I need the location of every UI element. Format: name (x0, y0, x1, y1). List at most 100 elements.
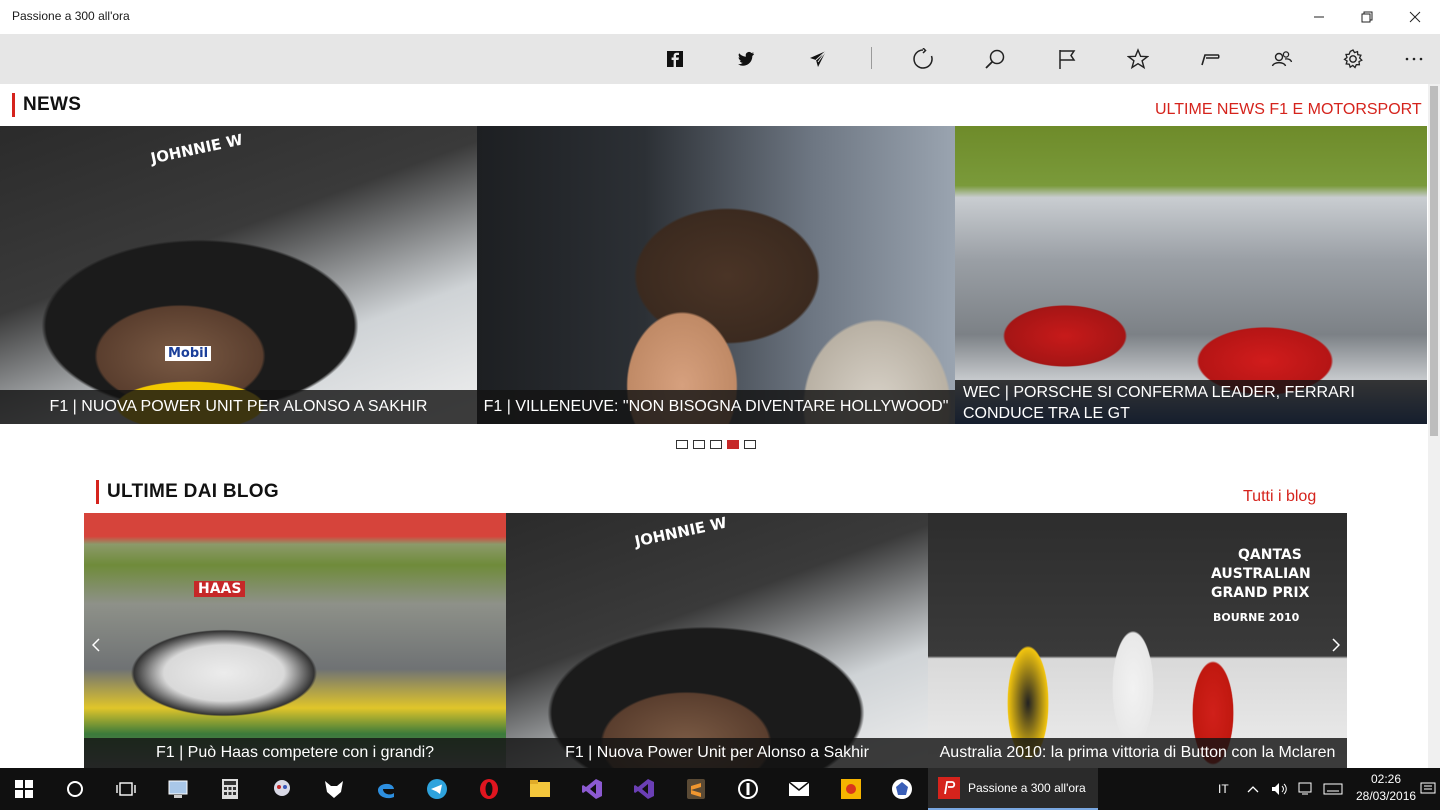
image-car-text: HAAS (194, 581, 246, 597)
restore-button[interactable] (1344, 0, 1390, 34)
image-sign-text: BOURNE 2010 (1213, 611, 1300, 624)
taskbar-app[interactable] (516, 768, 564, 810)
news-tile[interactable]: JOHNNIE W Mobil F1 | NUOVA POWER UNIT PE… (0, 126, 477, 424)
more-button[interactable] (1396, 42, 1432, 76)
telegram-button[interactable] (800, 42, 836, 76)
taskbar-app[interactable] (258, 768, 306, 810)
computer-icon (168, 780, 188, 798)
visual-studio-alt-icon (634, 779, 654, 799)
language-indicator[interactable]: IT (1218, 782, 1229, 796)
sections-button[interactable] (1192, 42, 1228, 76)
close-button[interactable] (1392, 0, 1438, 34)
chevron-up-icon[interactable] (1247, 785, 1259, 793)
pager-dot[interactable] (676, 440, 688, 449)
scrollbar-thumb[interactable] (1430, 86, 1438, 436)
taskbar-active-app[interactable]: Passione a 300 all'ora (928, 768, 1098, 810)
taskbar-app[interactable] (878, 768, 926, 810)
people-button[interactable] (1264, 42, 1300, 76)
photo-app-icon (841, 779, 861, 799)
blog-tile[interactable]: JOHNNIE W F1 | Nuova Power Unit per Alon… (506, 513, 928, 768)
settings-button[interactable] (1335, 42, 1371, 76)
taskbar-app[interactable] (568, 768, 616, 810)
pager-dot[interactable] (693, 440, 705, 449)
flag-button[interactable] (1049, 42, 1085, 76)
cortana-icon (67, 781, 83, 797)
restore-icon (1361, 11, 1373, 23)
volume-icon[interactable] (1271, 782, 1289, 796)
keyboard-icon[interactable] (1323, 783, 1343, 795)
task-view-button[interactable] (102, 768, 150, 810)
start-button[interactable] (0, 768, 48, 810)
pager-dot[interactable] (744, 440, 756, 449)
news-tile[interactable]: F1 | VILLENEUVE: "NON BISOGNA DIVENTARE … (477, 126, 955, 424)
image-sign-text: GRAND PRIX (1211, 585, 1310, 601)
pager-dot-active[interactable] (727, 440, 739, 449)
search-button[interactable] (977, 42, 1013, 76)
clock[interactable]: 02:26 28/03/2016 (1356, 771, 1416, 805)
facebook-icon (667, 51, 683, 67)
task-view-icon (116, 782, 136, 796)
news-tile-caption: WEC | PORSCHE SI CONFERMA LEADER, FERRAR… (955, 380, 1427, 424)
taskbar-app[interactable] (206, 768, 254, 810)
taskbar: Passione a 300 all'ora IT 02:26 28/03/20… (0, 768, 1440, 810)
notifications-button[interactable] (1416, 768, 1440, 810)
image-sponsor-text: JOHNNIE W (633, 513, 729, 551)
news-all-link[interactable]: ULTIME NEWS F1 E MOTORSPORT (1155, 101, 1422, 119)
blogs-title: ULTIME DAI BLOG (107, 481, 279, 502)
search-icon (985, 49, 1005, 69)
close-icon (1409, 11, 1421, 23)
blog-tile-caption: Australia 2010: la prima vittoria di But… (928, 738, 1347, 768)
taskbar-app[interactable] (362, 768, 410, 810)
taskbar-app[interactable] (775, 768, 823, 810)
more-icon (1405, 57, 1423, 61)
taskbar-app[interactable] (827, 768, 875, 810)
pager-dot[interactable] (710, 440, 722, 449)
carousel-prev-button[interactable] (86, 625, 106, 665)
news-header: NEWS (12, 93, 81, 117)
sections-icon (1201, 54, 1220, 66)
notification-icon (1420, 782, 1436, 794)
twitter-button[interactable] (728, 42, 764, 76)
folder-icon (530, 780, 550, 797)
flag-icon (1059, 50, 1076, 69)
news-title: NEWS (23, 94, 82, 115)
vertical-scrollbar[interactable] (1428, 84, 1440, 768)
app-toolbar (0, 34, 1440, 84)
blog-tile-caption: F1 | Può Haas competere con i grandi? (84, 738, 506, 768)
cortana-button[interactable] (51, 768, 99, 810)
taskbar-app[interactable] (465, 768, 513, 810)
news-pager (676, 440, 756, 449)
taskbar-app[interactable] (154, 768, 202, 810)
active-app-label: Passione a 300 all'ora (968, 781, 1086, 795)
taskbar-app[interactable] (672, 768, 720, 810)
mail-icon (788, 781, 810, 796)
title-bar: Passione a 300 all'ora (0, 0, 1440, 34)
news-tile-caption: F1 | NUOVA POWER UNIT PER ALONSO A SAKHI… (0, 390, 477, 424)
windows-icon (15, 780, 33, 798)
taskbar-app[interactable] (724, 768, 772, 810)
image-sign-text: AUSTRALIAN (1211, 566, 1311, 582)
blog-tile[interactable]: QANTAS AUSTRALIAN GRAND PRIX BOURNE 2010… (928, 513, 1347, 768)
taskbar-app[interactable] (620, 768, 668, 810)
tray-icons (1247, 768, 1343, 810)
image-sponsor-text: JOHNNIE W (149, 130, 245, 168)
news-tile[interactable]: WEC | PORSCHE SI CONFERMA LEADER, FERRAR… (955, 126, 1427, 424)
taskbar-app[interactable] (413, 768, 461, 810)
refresh-button[interactable] (905, 42, 941, 76)
telegram-icon (810, 50, 827, 67)
minimize-button[interactable] (1296, 0, 1342, 34)
taskbar-app[interactable] (310, 768, 358, 810)
facebook-button[interactable] (657, 42, 693, 76)
gear-icon (1343, 49, 1363, 69)
main-content: NEWS ULTIME NEWS F1 E MOTORSPORT JOHNNIE… (0, 84, 1440, 768)
fox-app-icon (325, 781, 343, 798)
carousel-next-button[interactable] (1326, 625, 1346, 665)
system-tray: IT (1218, 768, 1229, 810)
blogs-all-link[interactable]: Tutti i blog (1243, 488, 1316, 506)
chevron-right-icon (1332, 638, 1340, 652)
favorites-button[interactable] (1120, 42, 1156, 76)
network-icon[interactable] (1297, 782, 1315, 796)
password-manager-icon (738, 779, 758, 799)
blog-tile[interactable]: HAAS F1 | Può Haas competere con i grand… (84, 513, 506, 768)
blog-tile-caption: F1 | Nuova Power Unit per Alonso a Sakhi… (506, 738, 928, 768)
